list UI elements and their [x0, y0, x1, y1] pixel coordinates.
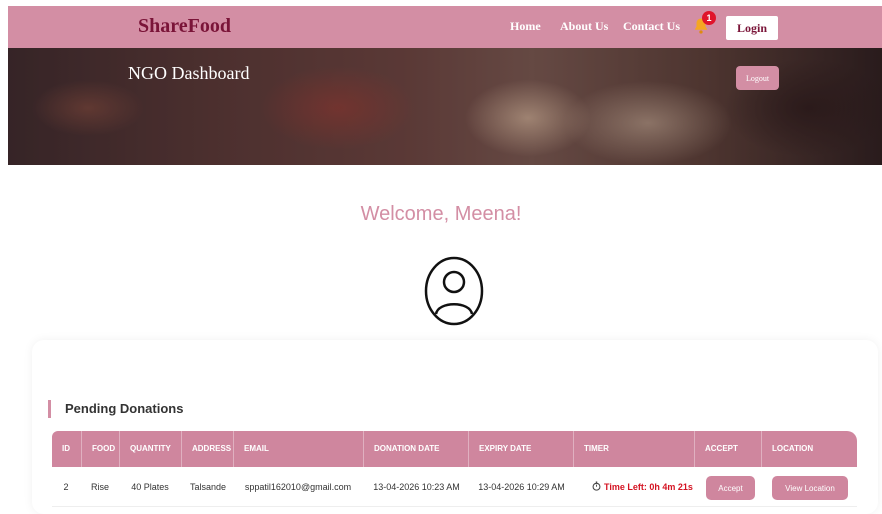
cell-food: Rise: [90, 482, 109, 492]
col-food: FOOD: [82, 431, 120, 467]
view-location-button[interactable]: View Location: [772, 476, 848, 500]
table-row: 2 Rise 40 Plates Talsande sppatil162010@…: [52, 467, 857, 507]
cell-donation-date: 13-04-2026 10:23 AM: [373, 482, 460, 492]
cell-id: 2: [63, 482, 69, 492]
timer-text: Time Left: 0h 4m 21s: [604, 482, 693, 492]
login-button[interactable]: Login: [726, 16, 778, 40]
logout-button[interactable]: Logout: [736, 66, 779, 90]
accept-button[interactable]: Accept: [706, 476, 755, 500]
notification-badge: 1: [702, 11, 716, 25]
page-title: NGO Dashboard: [128, 63, 250, 83]
col-donation-date: DONATION DATE: [364, 431, 469, 467]
nav-home-link[interactable]: Home: [510, 19, 541, 34]
nav-contact-link[interactable]: Contact Us: [623, 19, 680, 34]
col-address: ADDRESS: [182, 431, 234, 467]
col-timer: TIMER: [574, 431, 695, 467]
hero-banner: NGO Dashboard Logout: [8, 48, 882, 165]
col-accept: ACCEPT: [695, 431, 762, 467]
stopwatch-icon: [592, 481, 601, 491]
user-avatar-icon: [424, 256, 484, 326]
cell-timer: Time Left: 0h 4m 21s: [592, 467, 693, 507]
nav-about-link[interactable]: About Us: [560, 19, 608, 34]
cell-email: sppatil162010@gmail.com: [244, 482, 352, 492]
brand-logo[interactable]: ShareFood: [138, 15, 231, 38]
col-quantity: QUANTITY: [120, 431, 182, 467]
col-email: EMAIL: [234, 431, 364, 467]
col-expiry-date: EXPIRY DATE: [469, 431, 574, 467]
navbar: ShareFood Home About Us Contact Us 1 Log…: [8, 6, 882, 48]
cell-address: Talsande: [189, 482, 227, 492]
col-id: ID: [52, 431, 82, 467]
col-location: LOCATION: [772, 444, 814, 453]
cell-quantity: 40 Plates: [131, 482, 169, 492]
cell-expiry-date: 13-04-2026 10:29 AM: [478, 482, 565, 492]
welcome-message: Welcome, Meena!: [360, 203, 522, 225]
table-header: ID FOOD QUANTITY ADDRESS EMAIL DONATION …: [52, 431, 857, 467]
section-title: Pending Donations: [48, 400, 183, 418]
